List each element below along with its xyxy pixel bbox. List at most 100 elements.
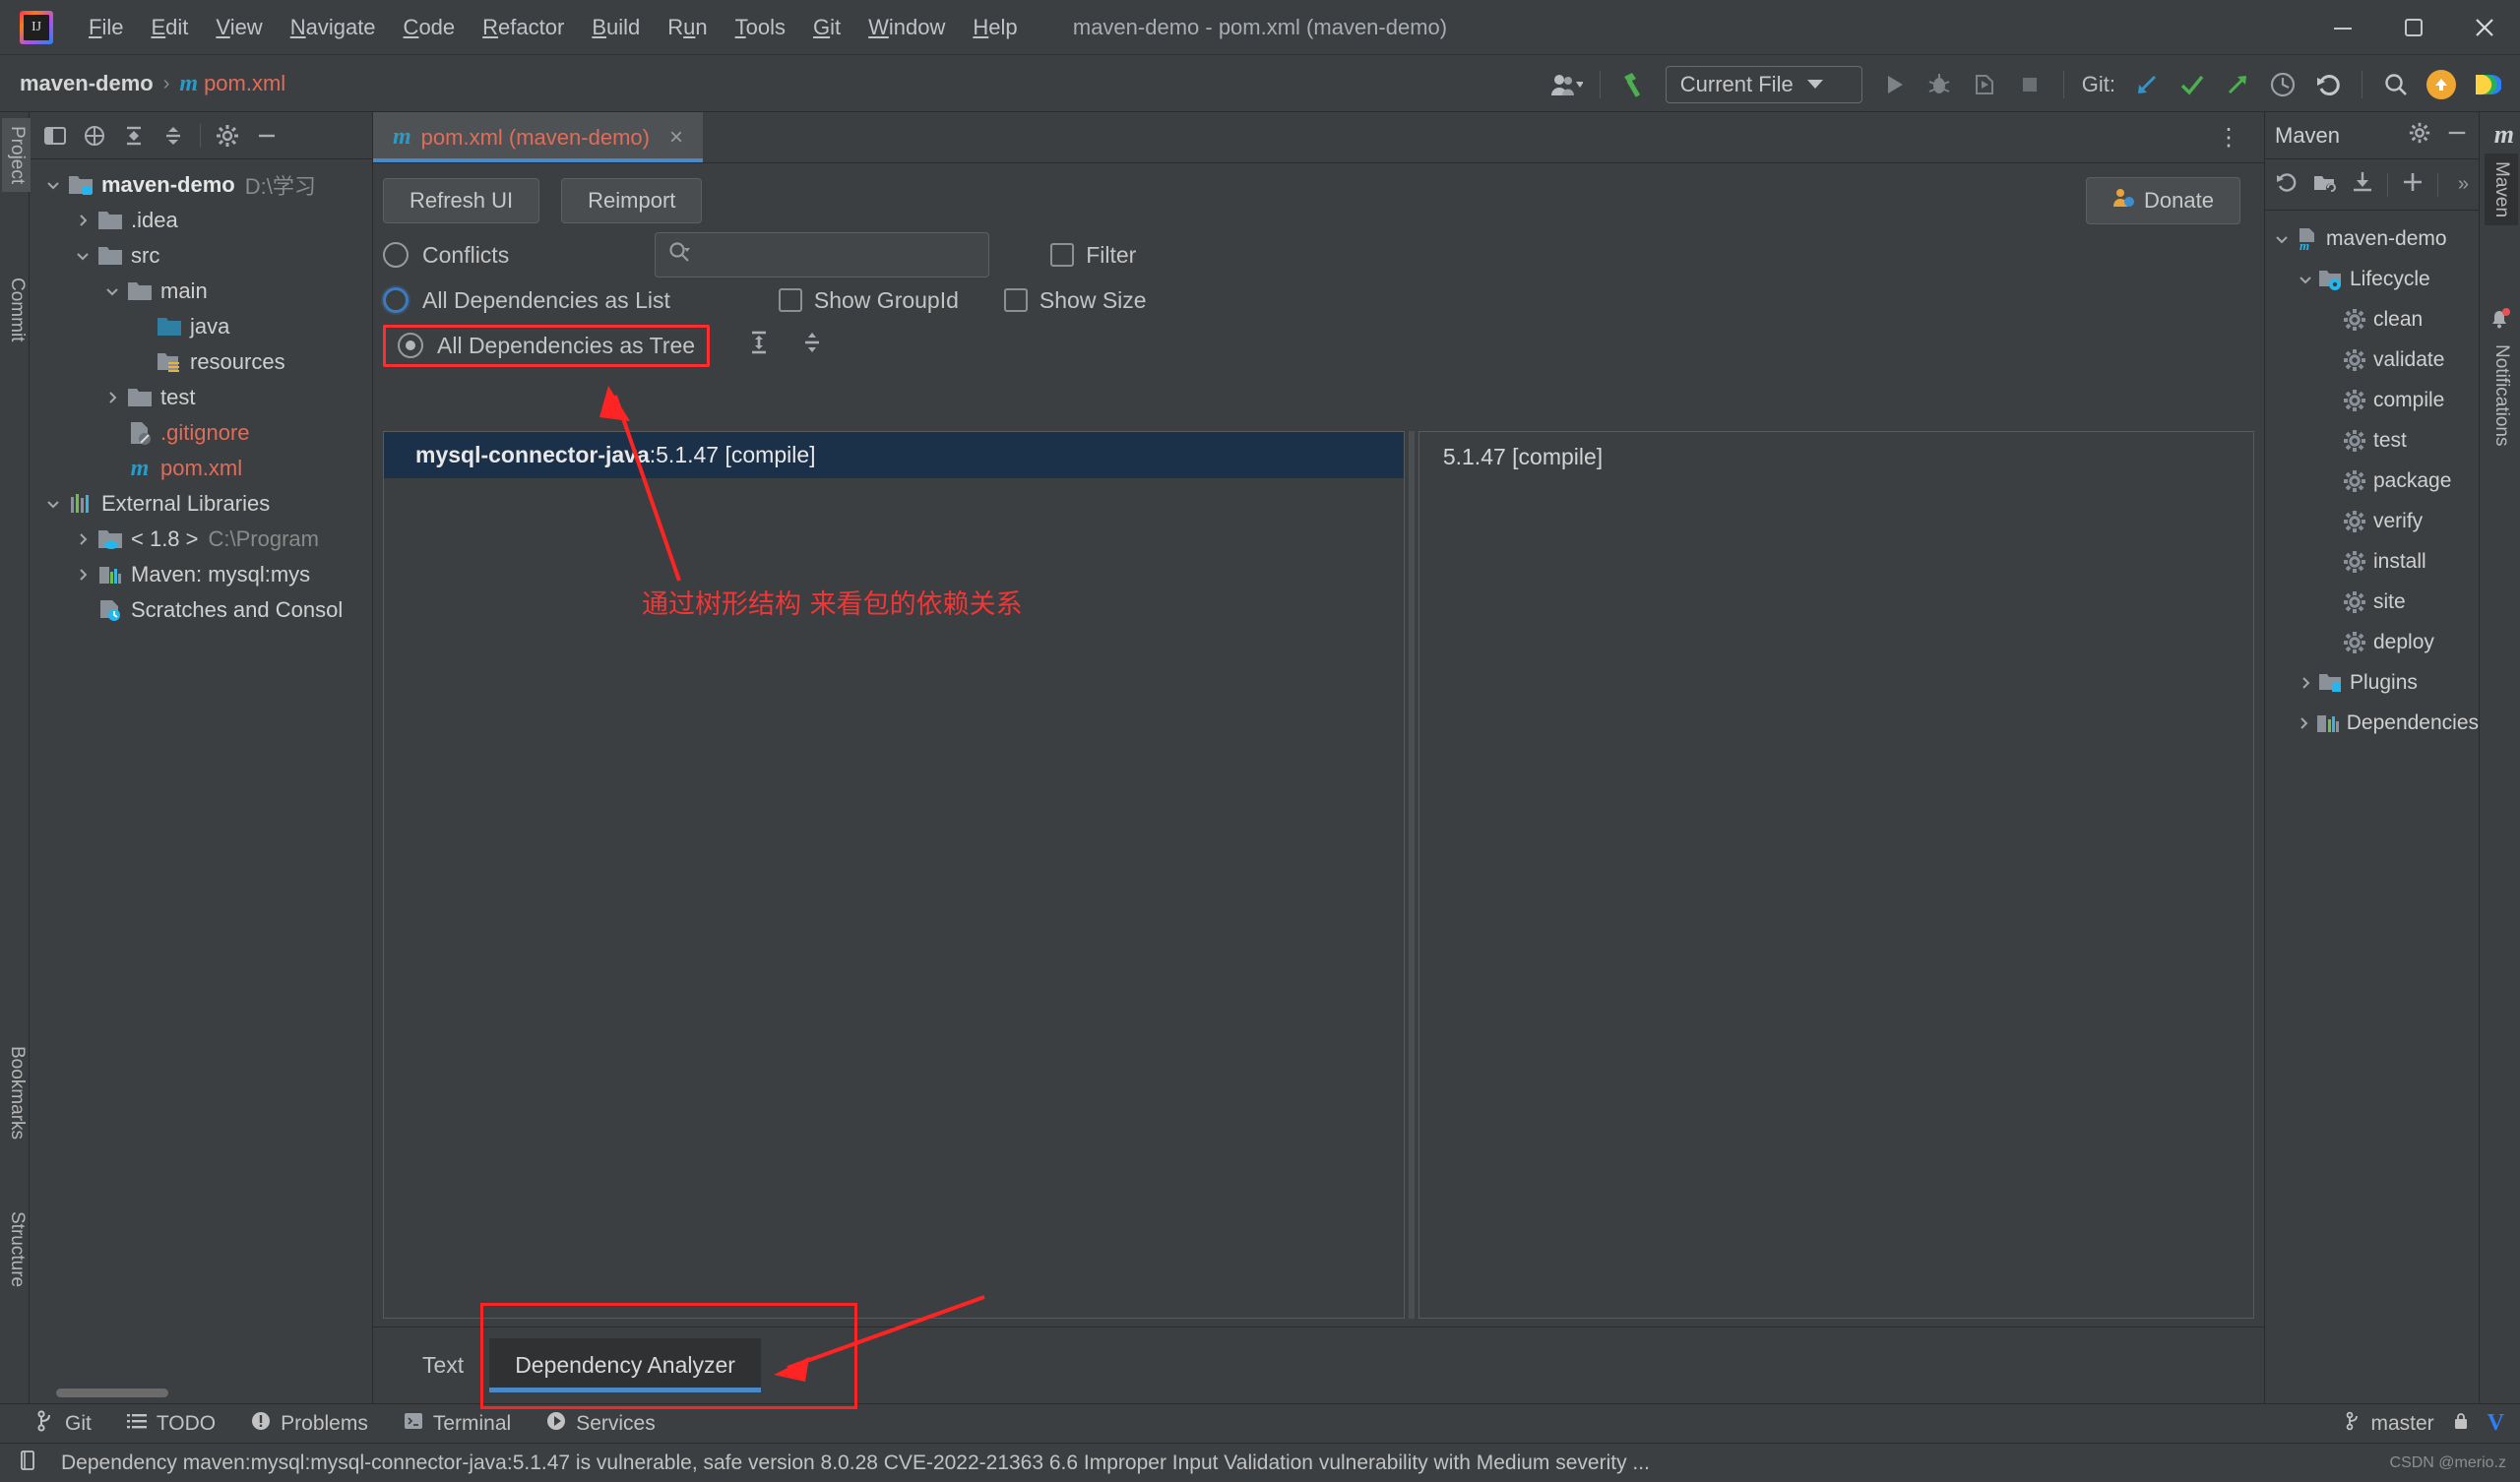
chevron-down-icon[interactable]: [2293, 272, 2318, 287]
chevron-right-icon[interactable]: [70, 531, 95, 547]
chevron-right-icon[interactable]: [2293, 675, 2318, 691]
sidebar-item-maven[interactable]: Maven: [2485, 154, 2518, 226]
sidebar-item-project[interactable]: Project: [2, 118, 32, 193]
tool-window-git[interactable]: Git: [18, 1409, 109, 1438]
checkbox-show-size[interactable]: [1003, 288, 1028, 312]
maven-toolbar-overflow-icon[interactable]: »: [2458, 173, 2469, 196]
lock-icon[interactable]: [2452, 1411, 2470, 1437]
gear-icon[interactable]: [211, 119, 244, 153]
run-button[interactable]: [1872, 63, 1916, 106]
hide-panel-icon[interactable]: [250, 119, 284, 153]
run-with-coverage-icon[interactable]: [1963, 63, 2006, 106]
select-opened-file-icon[interactable]: [38, 119, 72, 153]
menu-item-navigate[interactable]: Navigate: [277, 11, 390, 44]
search-input[interactable]: [655, 232, 990, 278]
chevron-down-icon[interactable]: [70, 248, 95, 264]
editor-tab-pom[interactable]: m pom.xml (maven-demo) ×: [373, 112, 703, 162]
tab-text[interactable]: Text: [397, 1338, 489, 1392]
maven-tree-row[interactable]: m maven-demo: [2265, 218, 2479, 259]
radio-all-dependencies-as-list[interactable]: [383, 287, 409, 313]
update-available-icon[interactable]: [2420, 63, 2463, 106]
sidebar-item-notifications[interactable]: Notifications: [2485, 337, 2518, 455]
sidebar-item-commit[interactable]: Commit: [2, 270, 32, 349]
dependency-usages-pane[interactable]: 5.1.47 [compile]: [1418, 431, 2254, 1319]
maven-tree-row[interactable]: verify: [2265, 501, 2479, 541]
hide-panel-icon[interactable]: [2445, 121, 2469, 151]
tool-window-services[interactable]: Services: [529, 1411, 673, 1437]
expand-all-icon[interactable]: [745, 329, 773, 362]
git-history-icon[interactable]: [2261, 63, 2304, 106]
refresh-ui-button[interactable]: Refresh UI: [383, 178, 540, 223]
maven-tree-row[interactable]: clean: [2265, 299, 2479, 340]
close-icon[interactable]: [2449, 0, 2520, 55]
menu-item-window[interactable]: Window: [854, 11, 959, 44]
chevron-down-icon[interactable]: [99, 283, 125, 299]
maven-tree-row[interactable]: test: [2265, 420, 2479, 461]
event-log-icon[interactable]: [18, 1450, 37, 1477]
project-tree[interactable]: maven-demo D:\学习 .idea src main java resources…: [31, 159, 372, 628]
more-options-icon[interactable]: ⋮: [2217, 123, 2242, 152]
run-configuration-selector[interactable]: Current File: [1665, 65, 1862, 103]
dependency-tree-pane[interactable]: mysql-connector-java : 5.1.47 [compile]: [383, 431, 1405, 1319]
menu-item-edit[interactable]: Edit: [137, 11, 202, 44]
maven-tree-row[interactable]: Plugins: [2265, 662, 2479, 703]
chevron-right-icon[interactable]: [99, 390, 125, 405]
debug-button[interactable]: [1918, 63, 1961, 106]
maximize-icon[interactable]: [2378, 0, 2449, 55]
chevron-right-icon[interactable]: [2293, 715, 2315, 731]
minimize-icon[interactable]: [2307, 0, 2378, 55]
radio-conflicts[interactable]: [383, 242, 409, 268]
git-push-icon[interactable]: [2216, 63, 2259, 106]
collapse-all-icon[interactable]: [798, 329, 826, 362]
maven-tree-row[interactable]: site: [2265, 582, 2479, 622]
menu-item-refactor[interactable]: Refactor: [469, 11, 578, 44]
checkbox-filter[interactable]: [1050, 243, 1075, 267]
download-sources-icon[interactable]: [2350, 169, 2375, 200]
sidebar-item-structure[interactable]: Structure: [2, 1204, 32, 1295]
menu-item-help[interactable]: Help: [959, 11, 1031, 44]
maven-tree-row[interactable]: package: [2265, 461, 2479, 501]
git-rollback-icon[interactable]: [2306, 63, 2350, 106]
checkbox-show-groupid[interactable]: [778, 288, 802, 312]
menu-item-build[interactable]: Build: [578, 11, 654, 44]
project-tree-row[interactable]: .gitignore: [31, 415, 372, 451]
chevron-down-icon[interactable]: [2269, 231, 2295, 247]
maven-tree-row[interactable]: Dependencies: [2265, 703, 2479, 743]
reload-icon[interactable]: [2275, 169, 2300, 200]
maven-tree[interactable]: m maven-demo Lifecycle clean validate compile…: [2265, 211, 2479, 743]
git-update-icon[interactable]: [2125, 63, 2169, 106]
project-tree-row[interactable]: .idea: [31, 203, 372, 238]
maven-tree-row[interactable]: deploy: [2265, 622, 2479, 662]
sidebar-item-bookmarks[interactable]: Bookmarks: [2, 1038, 32, 1147]
tool-window-problems[interactable]: Problems: [233, 1411, 386, 1437]
project-tree-row[interactable]: Maven: mysql:mys: [31, 557, 372, 592]
project-tree-row[interactable]: < 1.8 > C:\Program: [31, 522, 372, 557]
project-tree-row[interactable]: External Libraries: [31, 486, 372, 522]
tool-window-todo[interactable]: TODO: [109, 1411, 233, 1437]
expand-all-icon[interactable]: [117, 119, 151, 153]
build-hammer-icon[interactable]: [1612, 63, 1656, 106]
project-tree-row[interactable]: resources: [31, 344, 372, 380]
chevron-down-icon[interactable]: [40, 177, 66, 193]
tool-window-terminal[interactable]: Terminal: [386, 1411, 529, 1437]
maven-tree-row[interactable]: validate: [2265, 340, 2479, 380]
breadcrumb-file[interactable]: pom.xml: [204, 71, 285, 96]
chevron-right-icon[interactable]: [70, 567, 95, 583]
radio-all-dependencies-as-tree[interactable]: [398, 333, 423, 358]
project-tree-row[interactable]: java: [31, 309, 372, 344]
project-tree-row[interactable]: test: [31, 380, 372, 415]
project-tree-row[interactable]: main: [31, 274, 372, 309]
donate-button[interactable]: Donate: [2086, 177, 2240, 224]
project-tree-row[interactable]: Scratches and Consol: [31, 592, 372, 628]
gear-icon[interactable]: [2408, 121, 2431, 151]
reimport-button[interactable]: Reimport: [561, 178, 703, 223]
project-tree-row[interactable]: m pom.xml: [31, 451, 372, 486]
menu-item-run[interactable]: Run: [654, 11, 721, 44]
maven-tree-row[interactable]: Lifecycle: [2265, 259, 2479, 299]
pane-splitter[interactable]: [1408, 431, 1415, 1319]
breadcrumb-project[interactable]: maven-demo: [20, 71, 154, 96]
maven-tree-row[interactable]: compile: [2265, 380, 2479, 420]
menu-item-file[interactable]: File: [75, 11, 137, 44]
add-maven-project-icon[interactable]: [2312, 169, 2338, 200]
add-icon[interactable]: [2400, 169, 2426, 200]
